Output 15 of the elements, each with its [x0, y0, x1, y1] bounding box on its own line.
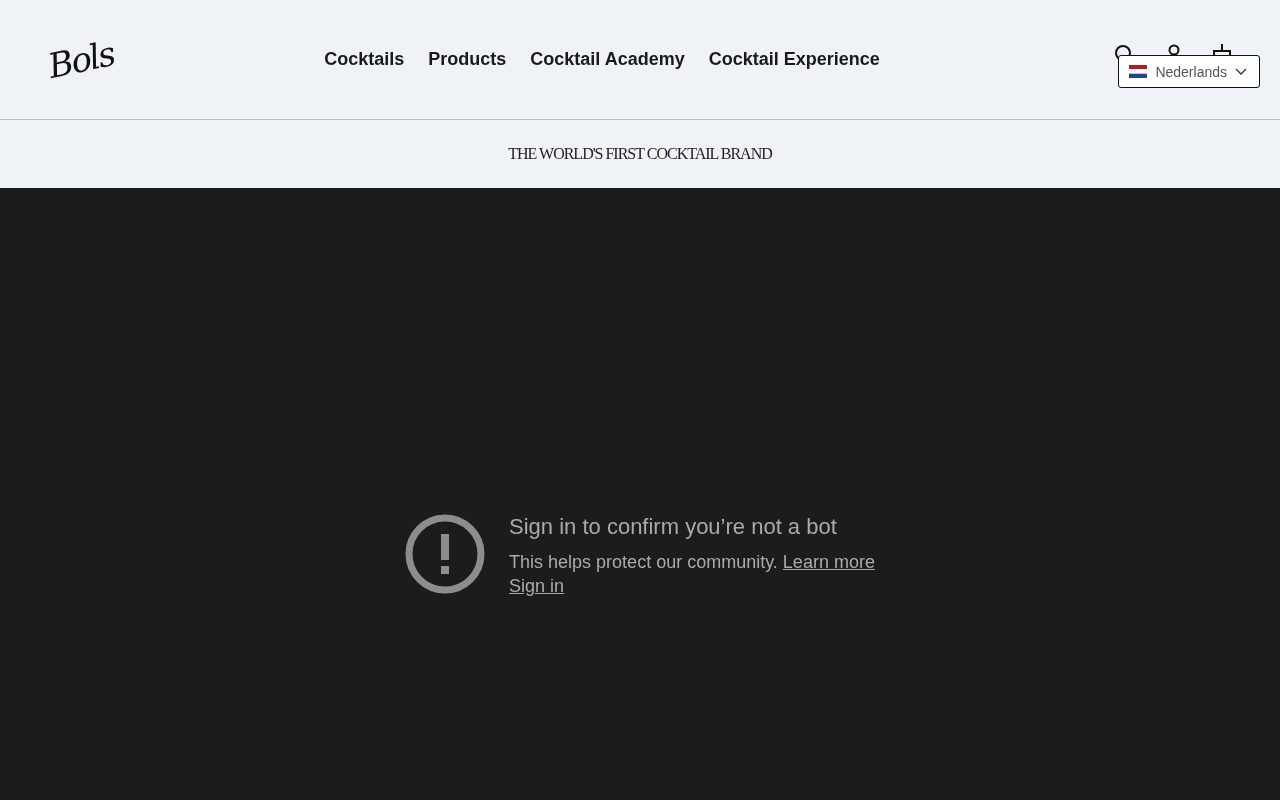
nav-link[interactable]: Products	[428, 49, 507, 70]
language-label: Nederlands	[1155, 63, 1227, 80]
chevron-down-icon	[1235, 67, 1247, 76]
language-dropdown[interactable]: Nederlands	[1118, 55, 1260, 88]
nav-link[interactable]: Cocktail Academy	[530, 49, 685, 70]
alert-icon	[405, 514, 486, 594]
embed-title: Sign in to confirm you’re not a bot	[509, 514, 838, 540]
tagline: THE WORLD'S FIRST COCKTAIL BRAND	[508, 145, 772, 163]
nav-link[interactable]: Cocktails	[324, 49, 405, 70]
sign-in-link[interactable]: Sign in	[509, 576, 565, 596]
nav-link[interactable]: Cocktail Experience	[708, 49, 880, 70]
embed-message: This helps protect our community.	[509, 552, 778, 572]
learn-more-link[interactable]: Learn more	[782, 552, 875, 572]
logo[interactable]: Bols	[44, 33, 114, 86]
flag-icon	[1129, 65, 1148, 78]
